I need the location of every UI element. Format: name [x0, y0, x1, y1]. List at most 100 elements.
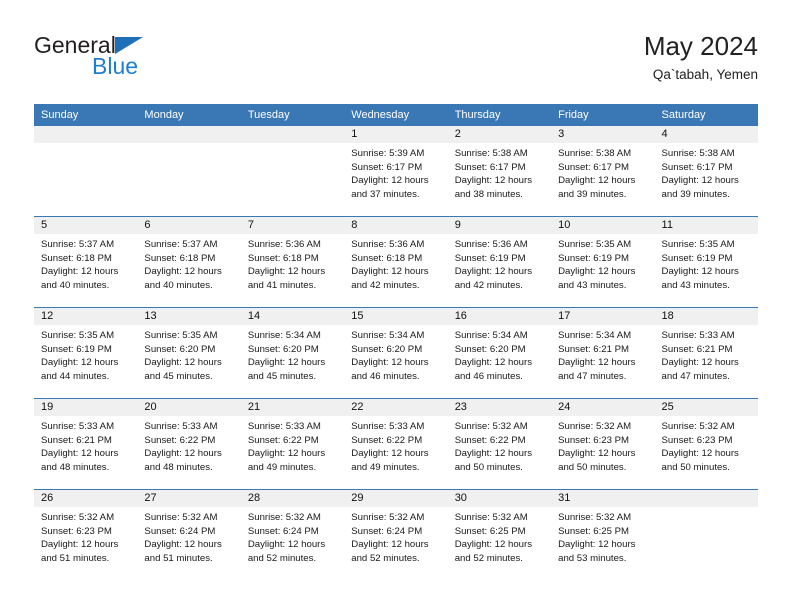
calendar-day-cell[interactable]: 11 Sunrise: 5:35 AM Sunset: 6:19 PM Dayligh…	[654, 216, 758, 308]
calendar-day-cell[interactable]: 2 Sunrise: 5:38 AM Sunset: 6:17 PM Daylight…	[447, 126, 552, 217]
calendar-day-cell[interactable]: 13 Sunrise: 5:35 AM Sunset: 6:20 PM Dayligh…	[137, 307, 241, 399]
calendar-day-cell[interactable]: 9 Sunrise: 5:36 AM Sunset: 6:19 PM Daylight…	[447, 216, 552, 308]
day-detail-line: Daylight: 12 hours	[454, 175, 533, 186]
calendar-day-cell[interactable]: 19 Sunrise: 5:33 AM Sunset: 6:21 PM Dayligh…	[34, 398, 138, 490]
day-detail-line: Sunset: 6:17 PM	[351, 161, 423, 173]
day-cell-content: 13 Sunrise: 5:35 AM Sunset: 6:20 PM Dayligh…	[137, 308, 241, 398]
calendar-day-cell[interactable]: 20 Sunrise: 5:33 AM Sunset: 6:22 PM Dayligh…	[137, 398, 241, 490]
day-cell-content: 9 Sunrise: 5:36 AM Sunset: 6:19 PM Daylight…	[447, 217, 552, 307]
day-detail-lines: Sunrise: 5:34 AM Sunset: 6:20 PM Daylight:…	[448, 325, 551, 383]
day-detail-lines: Sunrise: 5:38 AM Sunset: 6:17 PM Daylight:…	[551, 143, 654, 201]
day-detail-line: and 50 minutes.	[661, 461, 730, 473]
day-number: 5	[34, 217, 138, 234]
day-detail-line: Sunrise: 5:34 AM	[351, 330, 425, 341]
day-detail-lines: Sunrise: 5:37 AM Sunset: 6:18 PM Daylight:…	[137, 234, 240, 292]
calendar-day-cell[interactable]: 21 Sunrise: 5:33 AM Sunset: 6:22 PM Dayligh…	[240, 398, 345, 490]
day-cell-content: 15 Sunrise: 5:34 AM Sunset: 6:20 PM Dayligh…	[344, 308, 448, 398]
calendar-day-cell[interactable]: 27 Sunrise: 5:32 AM Sunset: 6:24 PM Dayligh…	[137, 489, 241, 580]
calendar-body: 1 Sunrise: 5:39 AM Sunset: 6:17 PM Daylight…	[34, 126, 758, 580]
day-number: 13	[137, 308, 241, 325]
day-detail-line: Sunset: 6:24 PM	[351, 525, 423, 537]
day-cell-content: 2 Sunrise: 5:38 AM Sunset: 6:17 PM Daylight…	[447, 126, 552, 216]
day-number: 8	[344, 217, 448, 234]
day-detail-line: Daylight: 12 hours	[351, 448, 429, 459]
day-detail-lines: Sunrise: 5:39 AM Sunset: 6:17 PM Daylight:…	[344, 143, 447, 201]
day-detail-line: Daylight: 12 hours	[454, 539, 533, 550]
day-detail-line: Sunrise: 5:33 AM	[247, 421, 321, 432]
day-detail-lines: Sunrise: 5:33 AM Sunset: 6:22 PM Daylight:…	[137, 416, 240, 474]
calendar-day-cell[interactable]: 22 Sunrise: 5:33 AM Sunset: 6:22 PM Dayligh…	[344, 398, 448, 490]
calendar-day-cell[interactable]: 8 Sunrise: 5:36 AM Sunset: 6:18 PM Daylight…	[344, 216, 448, 308]
logo-text-blue: Blue	[92, 53, 139, 79]
title-block: May 2024 Qa`tabah, Yemen	[644, 30, 758, 85]
day-detail-line: Sunset: 6:18 PM	[247, 252, 319, 264]
day-detail-line: and 38 minutes.	[454, 188, 523, 200]
day-number: 4	[654, 126, 758, 143]
day-number: 21	[240, 399, 345, 416]
day-detail-line: and 45 minutes.	[247, 370, 317, 382]
calendar-day-cell[interactable]: 31 Sunrise: 5:32 AM Sunset: 6:25 PM Dayligh…	[551, 489, 655, 580]
day-cell-content: 29 Sunrise: 5:32 AM Sunset: 6:24 PM Dayligh…	[344, 490, 448, 580]
day-detail-line: Sunrise: 5:37 AM	[41, 239, 115, 250]
day-detail-lines: Sunrise: 5:32 AM Sunset: 6:25 PM Daylight:…	[551, 507, 654, 565]
calendar-day-cell[interactable]: 26 Sunrise: 5:32 AM Sunset: 6:23 PM Dayligh…	[34, 489, 138, 580]
calendar-day-cell[interactable]: 25 Sunrise: 5:32 AM Sunset: 6:23 PM Dayligh…	[654, 398, 758, 490]
day-number: 1	[344, 126, 448, 143]
calendar-day-cell[interactable]: 10 Sunrise: 5:35 AM Sunset: 6:19 PM Dayligh…	[551, 216, 655, 308]
day-cell-content: 7 Sunrise: 5:36 AM Sunset: 6:18 PM Daylight…	[240, 217, 345, 307]
calendar-day-cell[interactable]: 28 Sunrise: 5:32 AM Sunset: 6:24 PM Dayligh…	[240, 489, 345, 580]
day-detail-line: Sunrise: 5:34 AM	[558, 330, 632, 341]
calendar-day-cell[interactable]: 16 Sunrise: 5:34 AM Sunset: 6:20 PM Dayligh…	[447, 307, 552, 399]
day-detail-line: Sunset: 6:20 PM	[351, 343, 423, 355]
day-detail-line: and 52 minutes.	[247, 552, 317, 564]
calendar-week-row: 5 Sunrise: 5:37 AM Sunset: 6:18 PM Daylight…	[34, 216, 758, 308]
day-detail-line: Sunrise: 5:33 AM	[661, 330, 735, 341]
day-detail-lines: Sunrise: 5:36 AM Sunset: 6:18 PM Daylight:…	[241, 234, 344, 292]
calendar-day-cell[interactable]: 23 Sunrise: 5:32 AM Sunset: 6:22 PM Dayligh…	[447, 398, 552, 490]
calendar-day-cell[interactable]: 30 Sunrise: 5:32 AM Sunset: 6:25 PM Dayligh…	[447, 489, 552, 580]
day-detail-lines: Sunrise: 5:38 AM Sunset: 6:17 PM Daylight:…	[655, 143, 758, 201]
calendar-day-cell[interactable]: 18 Sunrise: 5:33 AM Sunset: 6:21 PM Dayligh…	[654, 307, 758, 399]
day-detail-line: and 44 minutes.	[41, 370, 110, 382]
calendar-day-cell[interactable]: 29 Sunrise: 5:32 AM Sunset: 6:24 PM Dayligh…	[344, 489, 448, 580]
calendar-day-cell[interactable]: 17 Sunrise: 5:34 AM Sunset: 6:21 PM Dayligh…	[551, 307, 655, 399]
calendar-day-cell[interactable]: 7 Sunrise: 5:36 AM Sunset: 6:18 PM Daylight…	[240, 216, 345, 308]
day-detail-line: Daylight: 12 hours	[351, 357, 429, 368]
calendar-day-cell[interactable]: 6 Sunrise: 5:37 AM Sunset: 6:18 PM Daylight…	[137, 216, 241, 308]
day-number: 29	[344, 490, 448, 507]
day-detail-line: Sunrise: 5:36 AM	[454, 239, 528, 250]
day-detail-lines: Sunrise: 5:32 AM Sunset: 6:24 PM Daylight:…	[137, 507, 240, 565]
calendar-day-cell[interactable]: 3 Sunrise: 5:38 AM Sunset: 6:17 PM Daylight…	[551, 126, 655, 217]
day-number: 17	[551, 308, 655, 325]
day-detail-line: Daylight: 12 hours	[454, 448, 533, 459]
day-detail-line: and 52 minutes.	[351, 552, 420, 564]
calendar-day-cell[interactable]: 5 Sunrise: 5:37 AM Sunset: 6:18 PM Daylight…	[34, 216, 138, 308]
day-number: 28	[240, 490, 345, 507]
day-detail-line: Sunrise: 5:37 AM	[144, 239, 218, 250]
day-detail-line: Daylight: 12 hours	[454, 357, 533, 368]
day-detail-line: and 42 minutes.	[454, 279, 523, 291]
day-detail-line: Sunset: 6:18 PM	[351, 252, 423, 264]
day-detail-lines: Sunrise: 5:32 AM Sunset: 6:23 PM Daylight:…	[551, 416, 654, 474]
calendar-empty-cell	[137, 126, 241, 217]
general-blue-logo[interactable]: General Blue	[34, 34, 264, 90]
calendar-day-cell[interactable]: 14 Sunrise: 5:34 AM Sunset: 6:20 PM Dayligh…	[240, 307, 345, 399]
day-detail-line: Daylight: 12 hours	[41, 266, 119, 277]
day-number: 24	[551, 399, 655, 416]
calendar-empty-cell	[34, 126, 138, 217]
day-number	[34, 126, 138, 143]
calendar-week-row: 1 Sunrise: 5:39 AM Sunset: 6:17 PM Daylight…	[34, 126, 758, 217]
day-detail-line: and 40 minutes.	[41, 279, 110, 291]
day-number: 18	[654, 308, 758, 325]
calendar-day-cell[interactable]: 4 Sunrise: 5:38 AM Sunset: 6:17 PM Daylight…	[654, 126, 758, 217]
calendar-day-cell[interactable]: 12 Sunrise: 5:35 AM Sunset: 6:19 PM Dayligh…	[34, 307, 138, 399]
day-detail-line: Daylight: 12 hours	[351, 266, 429, 277]
day-cell-content: 8 Sunrise: 5:36 AM Sunset: 6:18 PM Daylight…	[344, 217, 448, 307]
calendar-day-cell[interactable]: 24 Sunrise: 5:32 AM Sunset: 6:23 PM Dayligh…	[551, 398, 655, 490]
calendar-day-cell[interactable]: 1 Sunrise: 5:39 AM Sunset: 6:17 PM Daylight…	[344, 126, 448, 217]
day-detail-line: and 47 minutes.	[558, 370, 627, 382]
day-detail-lines: Sunrise: 5:33 AM Sunset: 6:21 PM Daylight:…	[655, 325, 758, 383]
day-number: 27	[137, 490, 241, 507]
day-detail-line: Daylight: 12 hours	[144, 539, 222, 550]
calendar-day-cell[interactable]: 15 Sunrise: 5:34 AM Sunset: 6:20 PM Dayligh…	[344, 307, 448, 399]
